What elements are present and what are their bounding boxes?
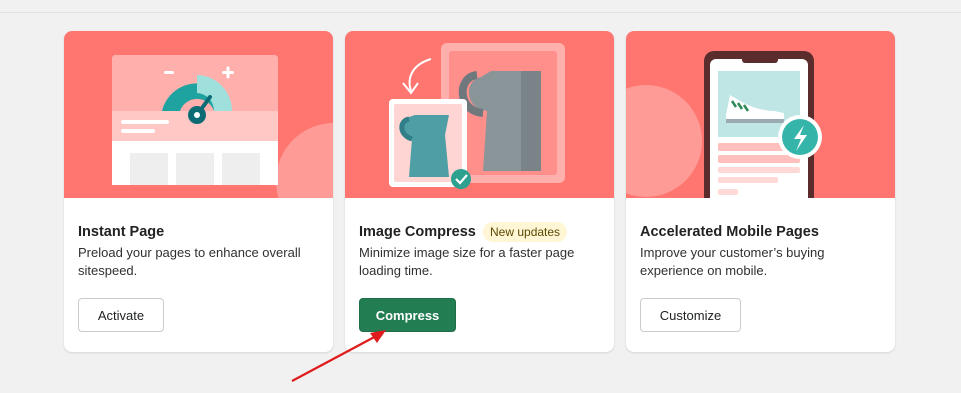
customize-button[interactable]: Customize xyxy=(640,298,741,332)
image-compress-card: Image Compress New updates Minimize imag… xyxy=(345,31,614,352)
new-updates-badge: New updates xyxy=(483,222,568,242)
card-description: Preload your pages to enhance overall si… xyxy=(78,245,301,278)
mobile-pages-illustration xyxy=(626,31,895,198)
card-title: Accelerated Mobile Pages xyxy=(640,224,819,240)
instant-page-card: Instant Page Preload your pages to enhan… xyxy=(64,31,333,352)
card-description: Minimize image size for a faster page lo… xyxy=(359,245,575,278)
card-title: Image Compress xyxy=(359,224,476,240)
card-description: Improve your customer’s buying experienc… xyxy=(640,245,825,278)
red-arrow-icon xyxy=(291,330,386,382)
activate-button[interactable]: Activate xyxy=(78,298,164,332)
top-divider xyxy=(0,12,961,13)
amp-card: Accelerated Mobile Pages Improve your cu… xyxy=(626,31,895,352)
card-title: Instant Page xyxy=(78,224,165,240)
image-compress-illustration xyxy=(345,31,614,198)
instant-page-illustration xyxy=(64,31,333,198)
